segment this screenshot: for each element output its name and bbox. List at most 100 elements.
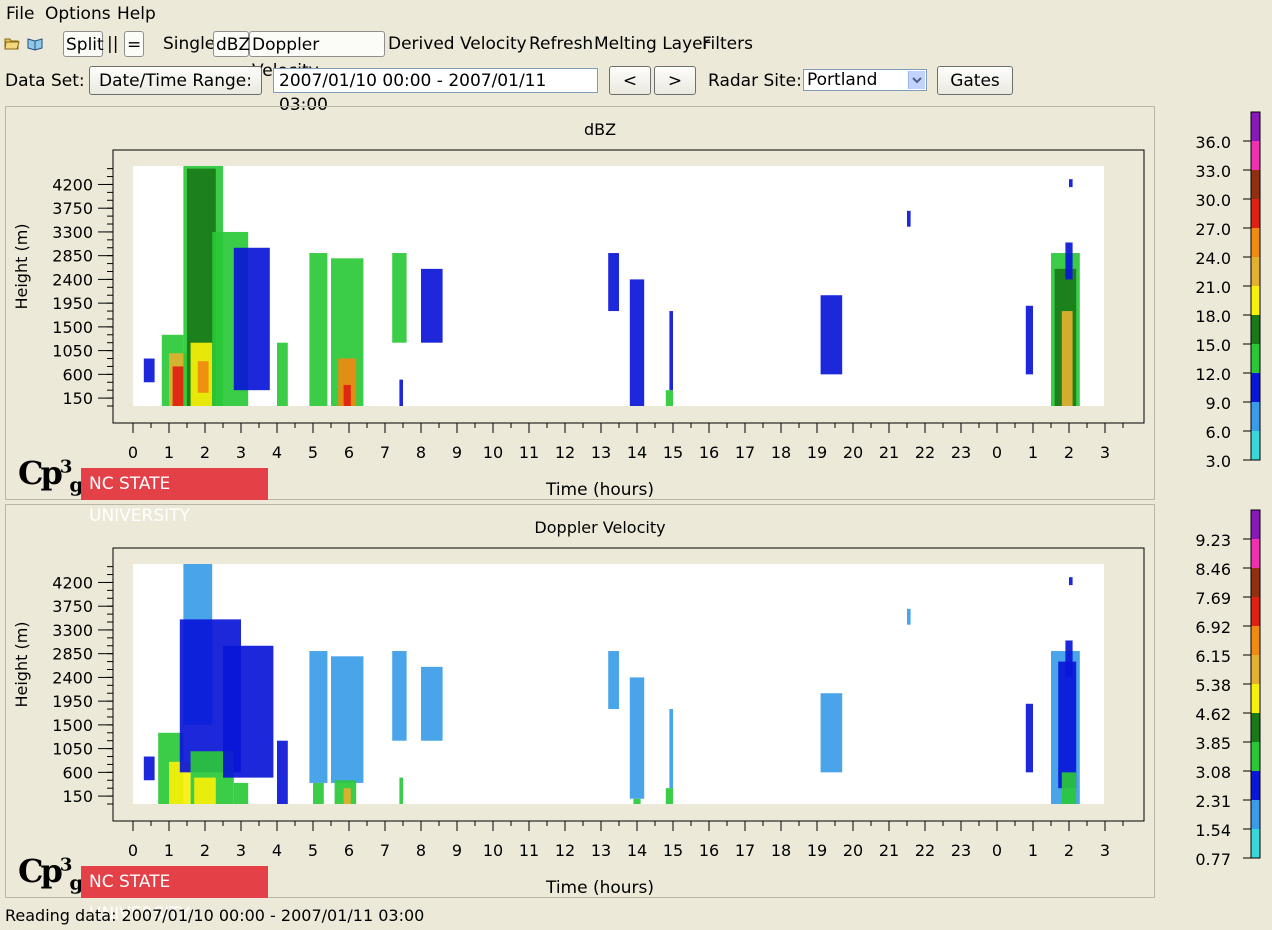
dbz-button[interactable]: dBZ: [213, 31, 250, 57]
x-tick-label: 22: [915, 443, 935, 462]
y-tick-label: 150: [62, 787, 93, 806]
menu-file[interactable]: File: [6, 4, 34, 24]
colorbar-label: 33.0: [1195, 162, 1231, 181]
refresh-button[interactable]: Refresh: [529, 34, 593, 54]
colorbar-label: 18.0: [1195, 307, 1231, 326]
echo-region: [197, 361, 209, 393]
colorbar-label: 2.31: [1195, 792, 1231, 811]
echo-region: [669, 709, 673, 789]
x-tick-label: 9: [452, 841, 462, 860]
next-button[interactable]: >: [654, 66, 696, 95]
x-tick-label: 10: [483, 443, 503, 462]
x-tick-label: 2: [200, 841, 210, 860]
y-tick-label: 3750: [52, 597, 93, 616]
x-tick-label: 0: [992, 841, 1002, 860]
echo-region: [343, 384, 351, 406]
echo-region: [1025, 703, 1033, 773]
colorbar-label: 15.0: [1195, 336, 1231, 355]
echo-region: [665, 390, 673, 406]
doppler-chart: Doppler Velocity420037503300285024001950…: [12, 509, 1261, 898]
colorbar-segment: [1251, 742, 1260, 771]
x-tick-label: 22: [915, 841, 935, 860]
echo-region: [608, 253, 619, 312]
x-tick-label: 1: [1028, 841, 1038, 860]
menu-help[interactable]: Help: [117, 4, 156, 24]
chevron-down-icon[interactable]: [908, 71, 925, 89]
date-time-range-button[interactable]: Date/Time Range:: [89, 66, 262, 95]
open-book-icon[interactable]: [27, 35, 43, 51]
echo-region: [1025, 305, 1033, 375]
echo-region: [1065, 640, 1073, 678]
colorbar-segment: [1251, 170, 1260, 199]
open-folder-icon[interactable]: [4, 35, 20, 51]
echo-region: [223, 645, 274, 778]
x-tick-label: 1: [164, 841, 174, 860]
y-tick-label: 1950: [52, 294, 93, 313]
echo-region: [313, 782, 324, 804]
echo-region: [1061, 772, 1077, 804]
x-tick-label: 1: [164, 443, 174, 462]
colorbar-segment: [1251, 510, 1260, 539]
x-tick-label: 4: [272, 443, 282, 462]
x-tick-label: 18: [771, 841, 791, 860]
y-tick-label: 3750: [52, 199, 93, 218]
colorbar-label: 7.69: [1195, 589, 1231, 608]
y-tick-label: 4200: [52, 175, 93, 194]
y-axis-label: Height (m): [12, 621, 31, 707]
colorbar-segment: [1251, 344, 1260, 373]
x-tick-label: 21: [879, 841, 899, 860]
colorbar-label: 36.0: [1195, 133, 1231, 152]
x-tick-label: 5: [308, 443, 318, 462]
prev-button[interactable]: <: [609, 66, 651, 95]
gates-button[interactable]: Gates: [937, 66, 1013, 95]
dataset-row: Data Set: Date/Time Range: 2007/01/10 00…: [0, 64, 1272, 115]
cp3g-logo: Cp3g: [18, 852, 83, 895]
echo-region: [629, 279, 645, 406]
colorbar-segment: [1251, 626, 1260, 655]
derived-velocity-button[interactable]: Derived Velocity: [388, 34, 527, 54]
x-tick-label: 15: [663, 443, 683, 462]
toolbar: Split || = Single dBZ Doppler Velocity D…: [0, 30, 1272, 81]
colorbar-label: 3.85: [1195, 734, 1231, 753]
y-tick-label: 150: [62, 389, 93, 408]
date-range-field[interactable]: 2007/01/10 00:00 - 2007/01/11 03:00: [273, 68, 598, 115]
x-tick-label: 10: [483, 841, 503, 860]
x-tick-label: 13: [591, 841, 611, 860]
split-button[interactable]: Split: [63, 31, 104, 57]
dataset-label: Data Set:: [5, 71, 85, 91]
echo-region: [143, 756, 155, 781]
echo-region: [1069, 577, 1073, 586]
colorbar-segment: [1251, 228, 1260, 257]
echo-region: [143, 358, 155, 383]
chart-title: Doppler Velocity: [534, 518, 665, 537]
echo-region: [820, 693, 843, 773]
colorbar-label: 5.38: [1195, 676, 1231, 695]
radar-site-select[interactable]: Portland: [803, 69, 927, 91]
echo-region: [233, 247, 270, 391]
x-tick-label: 3: [236, 443, 246, 462]
menu-bar: File Options Help: [0, 0, 1272, 27]
colorbar-label: 21.0: [1195, 278, 1231, 297]
x-tick-label: 3: [1100, 841, 1110, 860]
single-button[interactable]: Single: [163, 34, 215, 54]
side-by-side-button[interactable]: ||: [107, 34, 118, 54]
echo-region: [194, 777, 216, 804]
stacked-button[interactable]: =: [124, 31, 144, 57]
y-tick-label: 1950: [52, 692, 93, 711]
filters-button[interactable]: Filters: [702, 34, 753, 54]
menu-options[interactable]: Options: [45, 4, 111, 24]
cp3g-logo: Cp3g: [18, 454, 83, 497]
y-tick-label: 2400: [52, 270, 93, 289]
dbz-chart: dBZ4200375033002850240019501500105060015…: [12, 111, 1261, 500]
echo-region: [1069, 179, 1073, 188]
x-tick-label: 5: [308, 841, 318, 860]
x-tick-label: 12: [555, 841, 575, 860]
colorbar-label: 12.0: [1195, 365, 1231, 384]
colorbar-segment: [1251, 829, 1260, 858]
x-tick-label: 8: [416, 443, 426, 462]
doppler-velocity-button[interactable]: Doppler Velocity: [249, 31, 385, 81]
melting-layer-button[interactable]: Melting Layer: [594, 34, 710, 54]
x-tick-label: 1: [1028, 443, 1038, 462]
y-tick-label: 4200: [52, 573, 93, 592]
x-tick-label: 23: [951, 443, 971, 462]
